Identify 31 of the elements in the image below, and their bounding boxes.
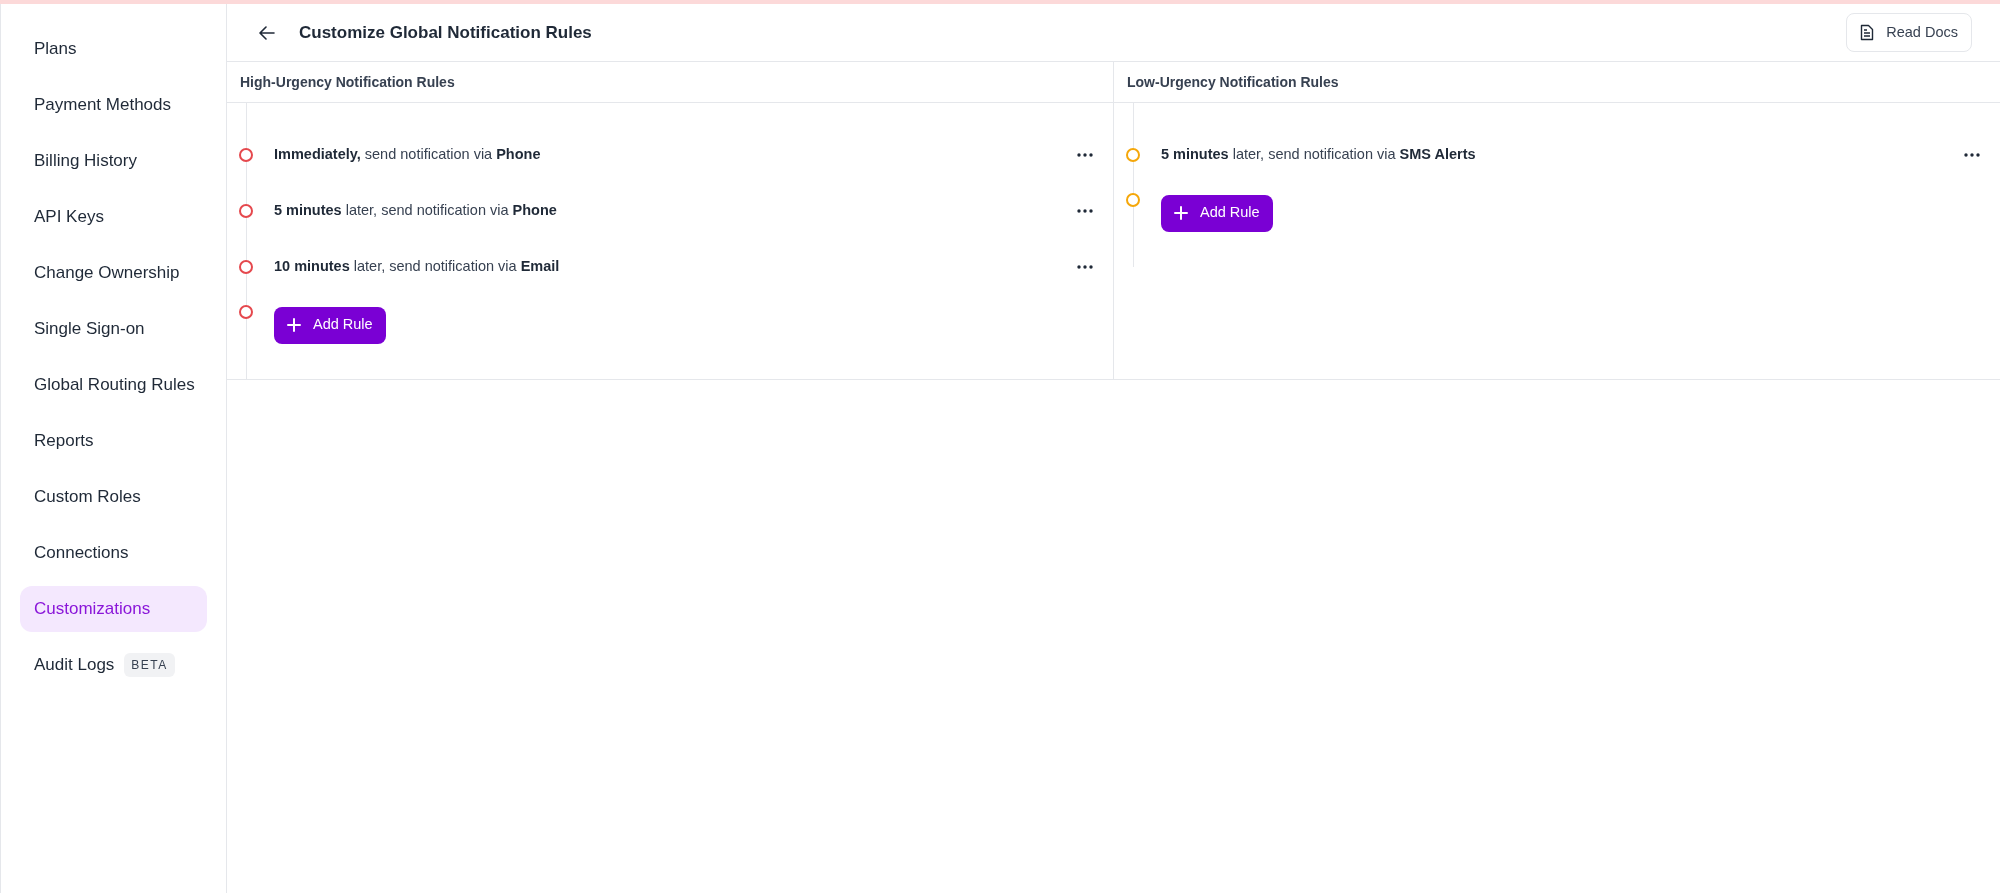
sidebar-item[interactable]: Reports — [20, 418, 207, 464]
document-icon — [1860, 24, 1875, 41]
beta-badge: BETA — [124, 653, 175, 677]
rule-text: Immediately, send notification via Phone — [274, 145, 541, 165]
rule-text: 5 minutes later, send notification via SMS Alerts — [1161, 145, 1476, 165]
sidebar-item[interactable]: Single Sign-on — [20, 306, 207, 352]
more-icon — [1077, 265, 1093, 269]
more-icon — [1964, 153, 1980, 157]
back-arrow-icon — [259, 25, 275, 40]
column-title: High-Urgency Notification Rules — [240, 72, 455, 92]
add-rule-button[interactable]: Add Rule — [274, 306, 386, 344]
sidebar-item[interactable]: Global Routing Rules — [20, 362, 207, 408]
plus-icon — [1174, 206, 1188, 220]
page-title: Customize Global Notification Rules — [299, 21, 592, 44]
more-icon — [1077, 153, 1093, 157]
sidebar-item[interactable]: Audit Logs BETA — [20, 642, 207, 688]
sidebar-item[interactable]: Custom Roles — [20, 474, 207, 520]
plus-icon — [287, 318, 301, 332]
sidebar-item[interactable]: Payment Methods — [20, 82, 207, 128]
column-title: Low-Urgency Notification Rules — [1127, 72, 1339, 92]
sidebar-item[interactable]: Plans — [20, 26, 207, 72]
read-docs-button[interactable]: Read Docs — [1846, 13, 1972, 52]
sidebar-item[interactable]: Customizations — [20, 586, 207, 632]
add-rule-button[interactable]: Add Rule — [1161, 194, 1273, 232]
rule-text: 5 minutes later, send notification via Phone — [274, 201, 557, 221]
sidebar-item[interactable]: API Keys — [20, 194, 207, 240]
rule-text: 10 minutes later, send notification via Email — [274, 257, 560, 277]
sidebar-item[interactable]: Change Ownership — [20, 250, 207, 296]
sidebar-item[interactable]: Billing History — [20, 138, 207, 184]
sidebar-item[interactable]: Connections — [20, 530, 207, 576]
more-icon — [1077, 209, 1093, 213]
